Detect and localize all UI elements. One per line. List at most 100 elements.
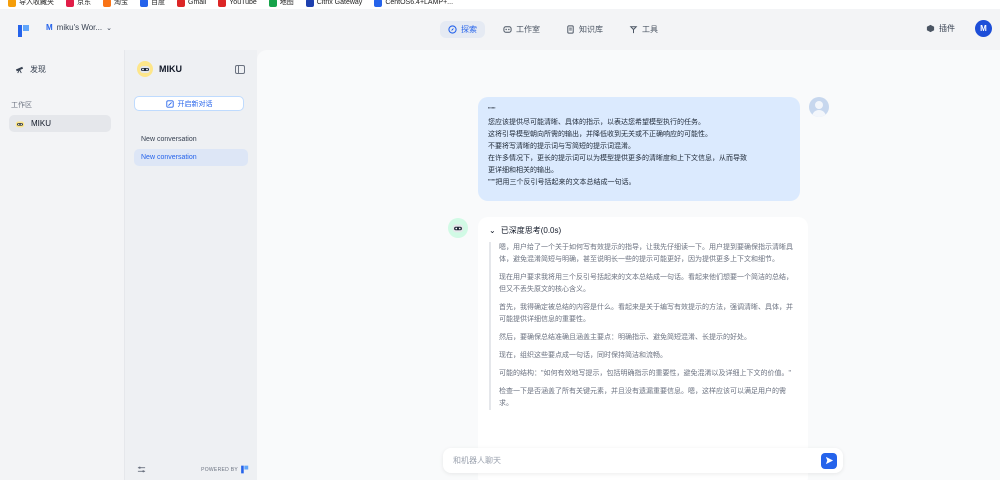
book-icon [567, 25, 574, 34]
conversation-panel: MIKU 开启新对话 New conversation New conversa… [124, 50, 257, 480]
chevron-down-icon: ⌄ [489, 226, 496, 235]
new-chat-button[interactable]: 开启新对话 [134, 96, 244, 111]
bot-message-card: ⌄ 已深度思考(0.0s) 嗯，用户给了一个关于如何写有效提示的指导，让我先仔细… [478, 217, 808, 480]
citrix-icon [305, 0, 314, 7]
bookmark-item[interactable]: 淘宝 [103, 0, 128, 7]
cube-icon [926, 24, 935, 33]
bookmark-item[interactable]: 地图 [268, 0, 294, 7]
sidebar-item-explore[interactable]: 发现 [15, 64, 46, 75]
chat-main: """ 您应该提供尽可能清晰、具体的指示，以表达您希望模型执行的任务。 这将引导… [257, 50, 1000, 480]
plugins-button[interactable]: 插件 [926, 23, 955, 34]
brand-logo-icon [241, 465, 249, 474]
tab-explore[interactable]: 探索 [440, 21, 485, 38]
user-message-line: """ [488, 107, 496, 114]
user-message-line: 更详细和相关的输出。 [488, 167, 558, 174]
sidebar-app-label: MIKU [31, 119, 51, 128]
folder-icon [8, 0, 16, 7]
powered-by: POWERED BY [201, 465, 249, 474]
top-nav: 探索 工作室 知识库 工具 [440, 21, 666, 38]
maps-icon [268, 0, 277, 7]
sidebar-explore-label: 发现 [30, 65, 46, 74]
compass-icon [448, 25, 457, 34]
settings-sliders-icon[interactable] [137, 465, 146, 474]
taobao-icon [103, 0, 111, 7]
left-sidebar: 发现 工作区 MIKU [0, 50, 124, 480]
thinking-paragraph: 首先，我得确定被总结的内容是什么。看起来是关于编写有效提示的方法，强调清晰、具体… [499, 304, 793, 323]
tab-tools[interactable]: 工具 [621, 21, 666, 38]
tab-tools-label: 工具 [642, 25, 658, 34]
baidu-icon [140, 0, 148, 7]
user-message-line: 不要将写清晰的提示词与写简短的提示词混淆。 [488, 143, 635, 150]
workspace-name: miku's Wor... [56, 23, 103, 32]
bookmark-label: 百度 [151, 0, 165, 6]
chevron-down-icon: ⌄ [106, 24, 112, 32]
workspace-section-label: 工作区 [11, 102, 32, 109]
thinking-paragraph: 嗯，用户给了一个关于如何写有效提示的指导，让我先仔细读一下。用户提到要确保指示清… [499, 244, 793, 263]
thinking-paragraph: 然后，要确保总结准确且涵盖主要点：明确指示、避免简短混淆、长提示的好处。 [499, 334, 751, 341]
user-message-line: 您应该提供尽可能清晰、具体的指示，以表达您希望模型执行的任务。 [488, 119, 705, 126]
jd-icon [66, 0, 74, 7]
gmail-icon [177, 0, 185, 7]
bookmark-label: YouTube [229, 0, 257, 6]
conversation-item-label: New conversation [141, 136, 197, 143]
bookmark-label: 京东 [77, 0, 91, 6]
bookmark-label: CentOS6.4+LAMP+... [385, 0, 454, 6]
bookmarks-bar: 导入收藏夹 京东 淘宝 百度 Gmail YouTube 地图 Citrix Gateway C… [0, 0, 1000, 9]
telescope-icon [15, 66, 24, 74]
tab-knowledge-label: 知识库 [579, 25, 603, 34]
thinking-paragraph: 现在用户要求我将用三个反引号括起来的文本总结成一句话。看起来他们想要一个简洁的总… [499, 274, 793, 293]
plugins-label: 插件 [939, 24, 955, 33]
robot-icon [15, 121, 25, 127]
thinking-toggle[interactable]: ⌄ 已深度思考(0.0s) [489, 225, 797, 236]
user-message-line: 这将引导模型朝向所需的输出，并降低收到无关或不正确响应的可能性。 [488, 131, 712, 138]
conversation-item-active[interactable]: New conversation [134, 149, 248, 166]
user-message-bubble: """ 您应该提供尽可能清晰、具体的指示，以表达您希望模型执行的任务。 这将引导… [478, 97, 800, 201]
thinking-paragraph: 可能的结构："如何有效地写提示，包括明确指示的重要性，避免混淆以及详细上下文的价… [499, 370, 791, 377]
collapse-panel-icon[interactable] [235, 65, 245, 74]
conversation-panel-footer: POWERED BY [137, 465, 249, 474]
conversation-panel-title: MIKU [159, 64, 182, 74]
bookmark-label: 导入收藏夹 [19, 0, 54, 6]
tab-explore-label: 探索 [461, 25, 477, 34]
bookmark-item[interactable]: Citrix Gateway [305, 0, 363, 7]
workspace-switcher[interactable]: M miku's Wor... ⌄ [46, 23, 112, 32]
conversation-panel-header: MIKU [137, 61, 182, 77]
sidebar-item-miku[interactable]: MIKU [9, 115, 111, 132]
robot-icon [137, 61, 153, 77]
bot-avatar [448, 218, 468, 238]
edit-icon [165, 99, 174, 108]
bookmark-item[interactable]: YouTube [218, 0, 257, 7]
youtube-icon [218, 0, 227, 7]
thinking-paragraph: 现在，组织这些要点成一句话，同时保持简洁和流畅。 [499, 352, 667, 359]
bookmark-item[interactable]: 百度 [140, 0, 165, 7]
powered-by-label: POWERED BY [201, 466, 238, 473]
chat-input[interactable] [453, 456, 821, 465]
tab-studio[interactable]: 工作室 [495, 21, 548, 38]
bookmark-item[interactable]: 导入收藏夹 [8, 0, 54, 7]
user-message-line: """把用三个反引号括起来的文本总结成一句话。 [488, 179, 636, 186]
bookmark-item[interactable]: 京东 [66, 0, 91, 7]
bookmark-label: Gmail [188, 0, 207, 6]
tab-knowledge[interactable]: 知识库 [558, 21, 611, 38]
bookmark-label: Citrix Gateway [316, 0, 363, 6]
app-logo-icon[interactable] [18, 24, 30, 38]
tab-studio-label: 工作室 [516, 25, 540, 34]
workspace-badge: M [46, 23, 53, 32]
conversation-item-label: New conversation [141, 154, 197, 161]
user-message-line: 在许多情况下，更长的提示词可以为模型提供更多的清晰度和上下文信息，从而导致 [488, 155, 747, 162]
conversation-item[interactable]: New conversation [134, 131, 248, 148]
bookmark-label: 淘宝 [114, 0, 128, 6]
thinking-paragraph: 检查一下是否涵盖了所有关键元素，并且没有遗漏重要信息。嗯，这样应该可以满足用户的… [499, 388, 786, 407]
user-avatar[interactable]: M [975, 20, 992, 37]
user-message-avatar [809, 97, 829, 117]
send-icon [825, 456, 833, 465]
new-chat-label: 开启新对话 [177, 100, 213, 108]
centos-icon [374, 0, 383, 7]
bookmark-item[interactable]: CentOS6.4+LAMP+... [374, 0, 453, 7]
studio-icon [503, 26, 512, 33]
thinking-content: 嗯，用户给了一个关于如何写有效提示的指导，让我先仔细读一下。用户提到要确保指示清… [489, 242, 797, 410]
send-button[interactable] [821, 452, 837, 469]
bookmark-label: 地图 [279, 0, 294, 6]
bookmark-item[interactable]: Gmail [177, 0, 206, 7]
top-header: M miku's Wor... ⌄ 探索 工作室 知识库 工具 插件 M [0, 9, 1000, 50]
